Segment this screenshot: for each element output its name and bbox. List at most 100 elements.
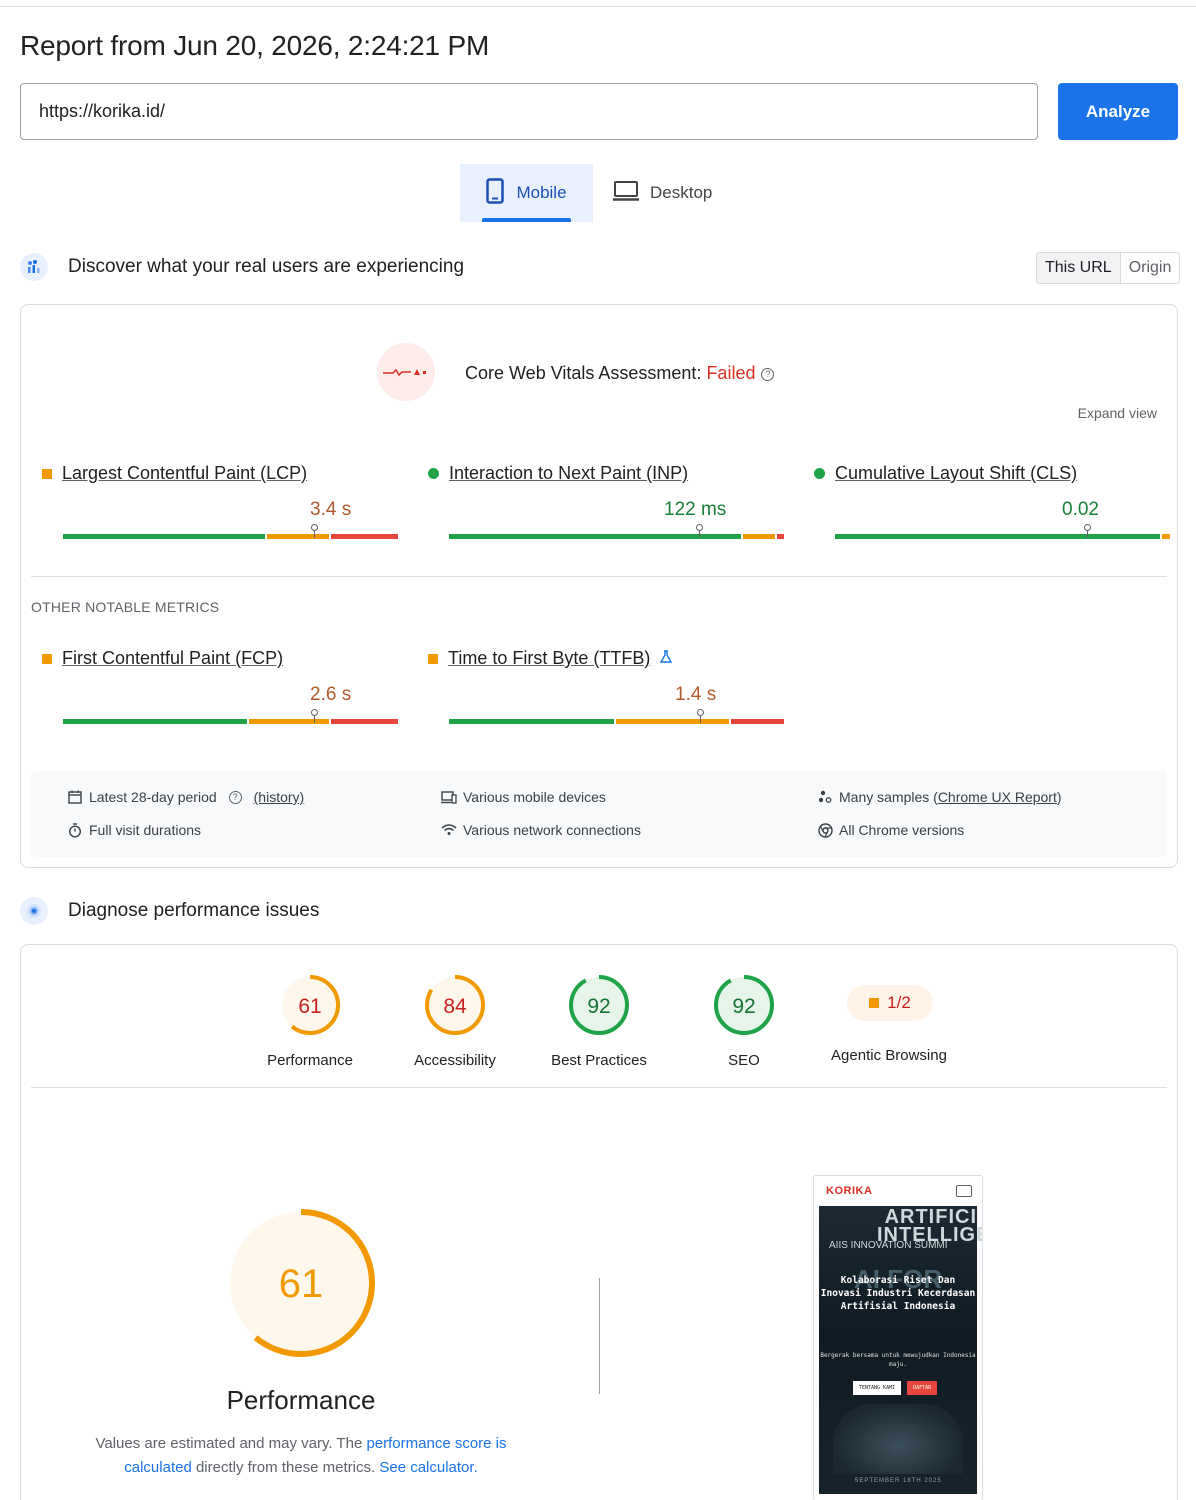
- cwv-assessment: Core Web Vitals Assessment: Failed?: [465, 363, 775, 384]
- cwv-label: Core Web Vitals Assessment:: [465, 363, 707, 383]
- good-dot-icon: [428, 468, 439, 479]
- metric-pin-icon: [695, 524, 703, 538]
- score-label: Accessibility: [414, 1052, 496, 1069]
- metric-cls-value: 0.02: [1062, 499, 1099, 520]
- site-hero: ARTIFICI INTELLIGEN AIIS INNOVATION SUMM…: [819, 1206, 982, 1494]
- metric-lcp: Largest Contentful Paint (LCP) 3.4 s: [42, 463, 398, 539]
- metric-pin-icon: [310, 709, 318, 723]
- cwv-failed-icon: [377, 343, 435, 401]
- cwv-status: Failed: [706, 363, 756, 383]
- metric-lcp-bar: [63, 524, 398, 539]
- menu-icon: [956, 1185, 972, 1197]
- crux-link[interactable]: Chrome UX Report: [938, 789, 1057, 805]
- score-seo[interactable]: 92 SEO: [679, 973, 809, 1069]
- metric-inp-label[interactable]: Interaction to Next Paint (INP): [449, 463, 688, 484]
- url-origin-toggle: This URL Origin: [1036, 252, 1181, 284]
- metric-inp-bar: [449, 524, 784, 539]
- gauge-seo: 92: [714, 975, 774, 1035]
- samples-info: Many samples (Chrome UX Report): [817, 789, 1062, 805]
- desc-text-2: directly from these metrics.: [191, 1459, 380, 1476]
- page-title: Report from Jun 20, 2026, 2:24:21 PM: [20, 30, 490, 61]
- gauge-performance: 61: [280, 975, 340, 1035]
- wifi-icon: [441, 822, 457, 838]
- score-label: Best Practices: [551, 1052, 647, 1069]
- lab-heading-text: Diagnose performance issues: [68, 900, 320, 921]
- devices-text: Various mobile devices: [463, 789, 606, 805]
- metric-ttfb-value: 1.4 s: [675, 684, 717, 705]
- versions-info: All Chrome versions: [817, 822, 964, 838]
- page-screenshot: KORIKA ARTIFICI INTELLIGEN AIIS INNOVATI…: [813, 1175, 983, 1500]
- metric-pin-icon: [696, 709, 704, 723]
- gauge-accessibility: 84: [425, 975, 485, 1035]
- active-tab-indicator: [482, 218, 571, 222]
- help-icon[interactable]: ?: [761, 368, 775, 381]
- metrics-divider: [31, 576, 1167, 577]
- score-accessibility[interactable]: 84 Accessibility: [390, 973, 520, 1069]
- see-calculator-link[interactable]: See calculator.: [379, 1459, 477, 1476]
- network-text: Various network connections: [463, 822, 641, 838]
- expand-view-link[interactable]: Expand view: [1078, 405, 1157, 421]
- phone-icon: [486, 177, 505, 209]
- analyze-button[interactable]: Analyze: [1058, 83, 1178, 140]
- metric-cls: Cumulative Layout Shift (CLS) 0.02: [814, 463, 1170, 539]
- metric-lcp-value: 3.4 s: [310, 499, 352, 520]
- lab-data-card: 61 Performance 84 Accessibility 92 Best …: [20, 944, 1178, 1500]
- url-input[interactable]: [20, 83, 1038, 140]
- toggle-this-url[interactable]: This URL: [1037, 253, 1121, 283]
- hero-tag: AIIS INNOVATION SUMMI: [829, 1240, 948, 1251]
- metric-fcp-value: 2.6 s: [310, 684, 352, 705]
- history-link[interactable]: (history): [254, 789, 305, 805]
- score-description: Values are estimated and may vary. The p…: [81, 1432, 521, 1480]
- other-metrics-title: OTHER NOTABLE METRICS: [31, 599, 220, 615]
- average-square-icon: [42, 468, 52, 479]
- devices-info: Various mobile devices: [441, 789, 606, 805]
- vertical-divider: [599, 1278, 600, 1394]
- agentic-value: 1/2: [887, 993, 911, 1012]
- agentic-score[interactable]: 1/2: [847, 985, 933, 1021]
- samples-dots-icon: [817, 789, 833, 805]
- score-performance[interactable]: 61 Performance: [245, 973, 375, 1069]
- scores-divider: [31, 1087, 1167, 1088]
- metric-lcp-label[interactable]: Largest Contentful Paint (LCP): [62, 463, 307, 484]
- hero-subtitle: Bergerak bersama untuk mewujudkan Indone…: [820, 1352, 976, 1368]
- stopwatch-icon: [67, 822, 83, 838]
- help-icon[interactable]: ?: [228, 790, 242, 804]
- metric-ttfb-label[interactable]: Time to First Byte (TTFB): [448, 648, 650, 669]
- period-text: Latest 28-day period: [89, 789, 217, 805]
- average-square-icon: [42, 653, 52, 664]
- metric-cls-label[interactable]: Cumulative Layout Shift (CLS): [835, 463, 1077, 484]
- good-dot-icon: [814, 468, 825, 479]
- lab-data-heading: Diagnose performance issues: [20, 897, 319, 925]
- big-performance-title: Performance: [226, 1385, 376, 1415]
- field-data-heading: Discover what your real users are experi…: [20, 253, 464, 281]
- data-source-info: Latest 28-day period ? (history) Full vi…: [31, 771, 1167, 857]
- score-value: 92: [732, 995, 755, 1018]
- durations-text: Full visit durations: [89, 822, 202, 838]
- metric-inp: Interaction to Next Paint (INP) 122 ms: [428, 463, 784, 539]
- tab-desktop[interactable]: Desktop: [612, 164, 736, 222]
- samples-text: Many samples (: [839, 789, 938, 805]
- metric-inp-value: 122 ms: [664, 499, 727, 520]
- laptop-icon: [612, 180, 640, 207]
- toggle-origin[interactable]: Origin: [1121, 253, 1180, 283]
- metric-pin-icon: [310, 524, 318, 538]
- experimental-flask-icon: [660, 648, 673, 669]
- calendar-icon: [67, 789, 83, 805]
- score-best-practices[interactable]: 92 Best Practices: [534, 973, 664, 1069]
- tab-mobile[interactable]: Mobile: [460, 164, 593, 222]
- network-info: Various network connections: [441, 822, 641, 838]
- devices-icon: [441, 789, 457, 805]
- performance-big-gauge: 61: [227, 1209, 375, 1357]
- metric-fcp-label[interactable]: First Contentful Paint (FCP): [62, 648, 283, 669]
- score-value: 92: [587, 995, 610, 1018]
- metric-fcp: First Contentful Paint (FCP) 2.6 s: [42, 648, 398, 724]
- field-data-card: Core Web Vitals Assessment: Failed? Expa…: [20, 304, 1178, 868]
- hero-photo: [833, 1404, 963, 1474]
- average-square-icon: [428, 653, 438, 664]
- hero-title: ARTIFICI INTELLIGEN: [877, 1206, 982, 1246]
- hero-headline: Kolaborasi Riset Dan Inovasi Industri Ke…: [820, 1275, 976, 1312]
- users-chart-icon: [20, 253, 48, 281]
- duration-info: Full visit durations: [67, 822, 201, 838]
- site-logo: KORIKA: [826, 1185, 873, 1197]
- desc-text-1: Values are estimated and may vary. The: [95, 1435, 367, 1452]
